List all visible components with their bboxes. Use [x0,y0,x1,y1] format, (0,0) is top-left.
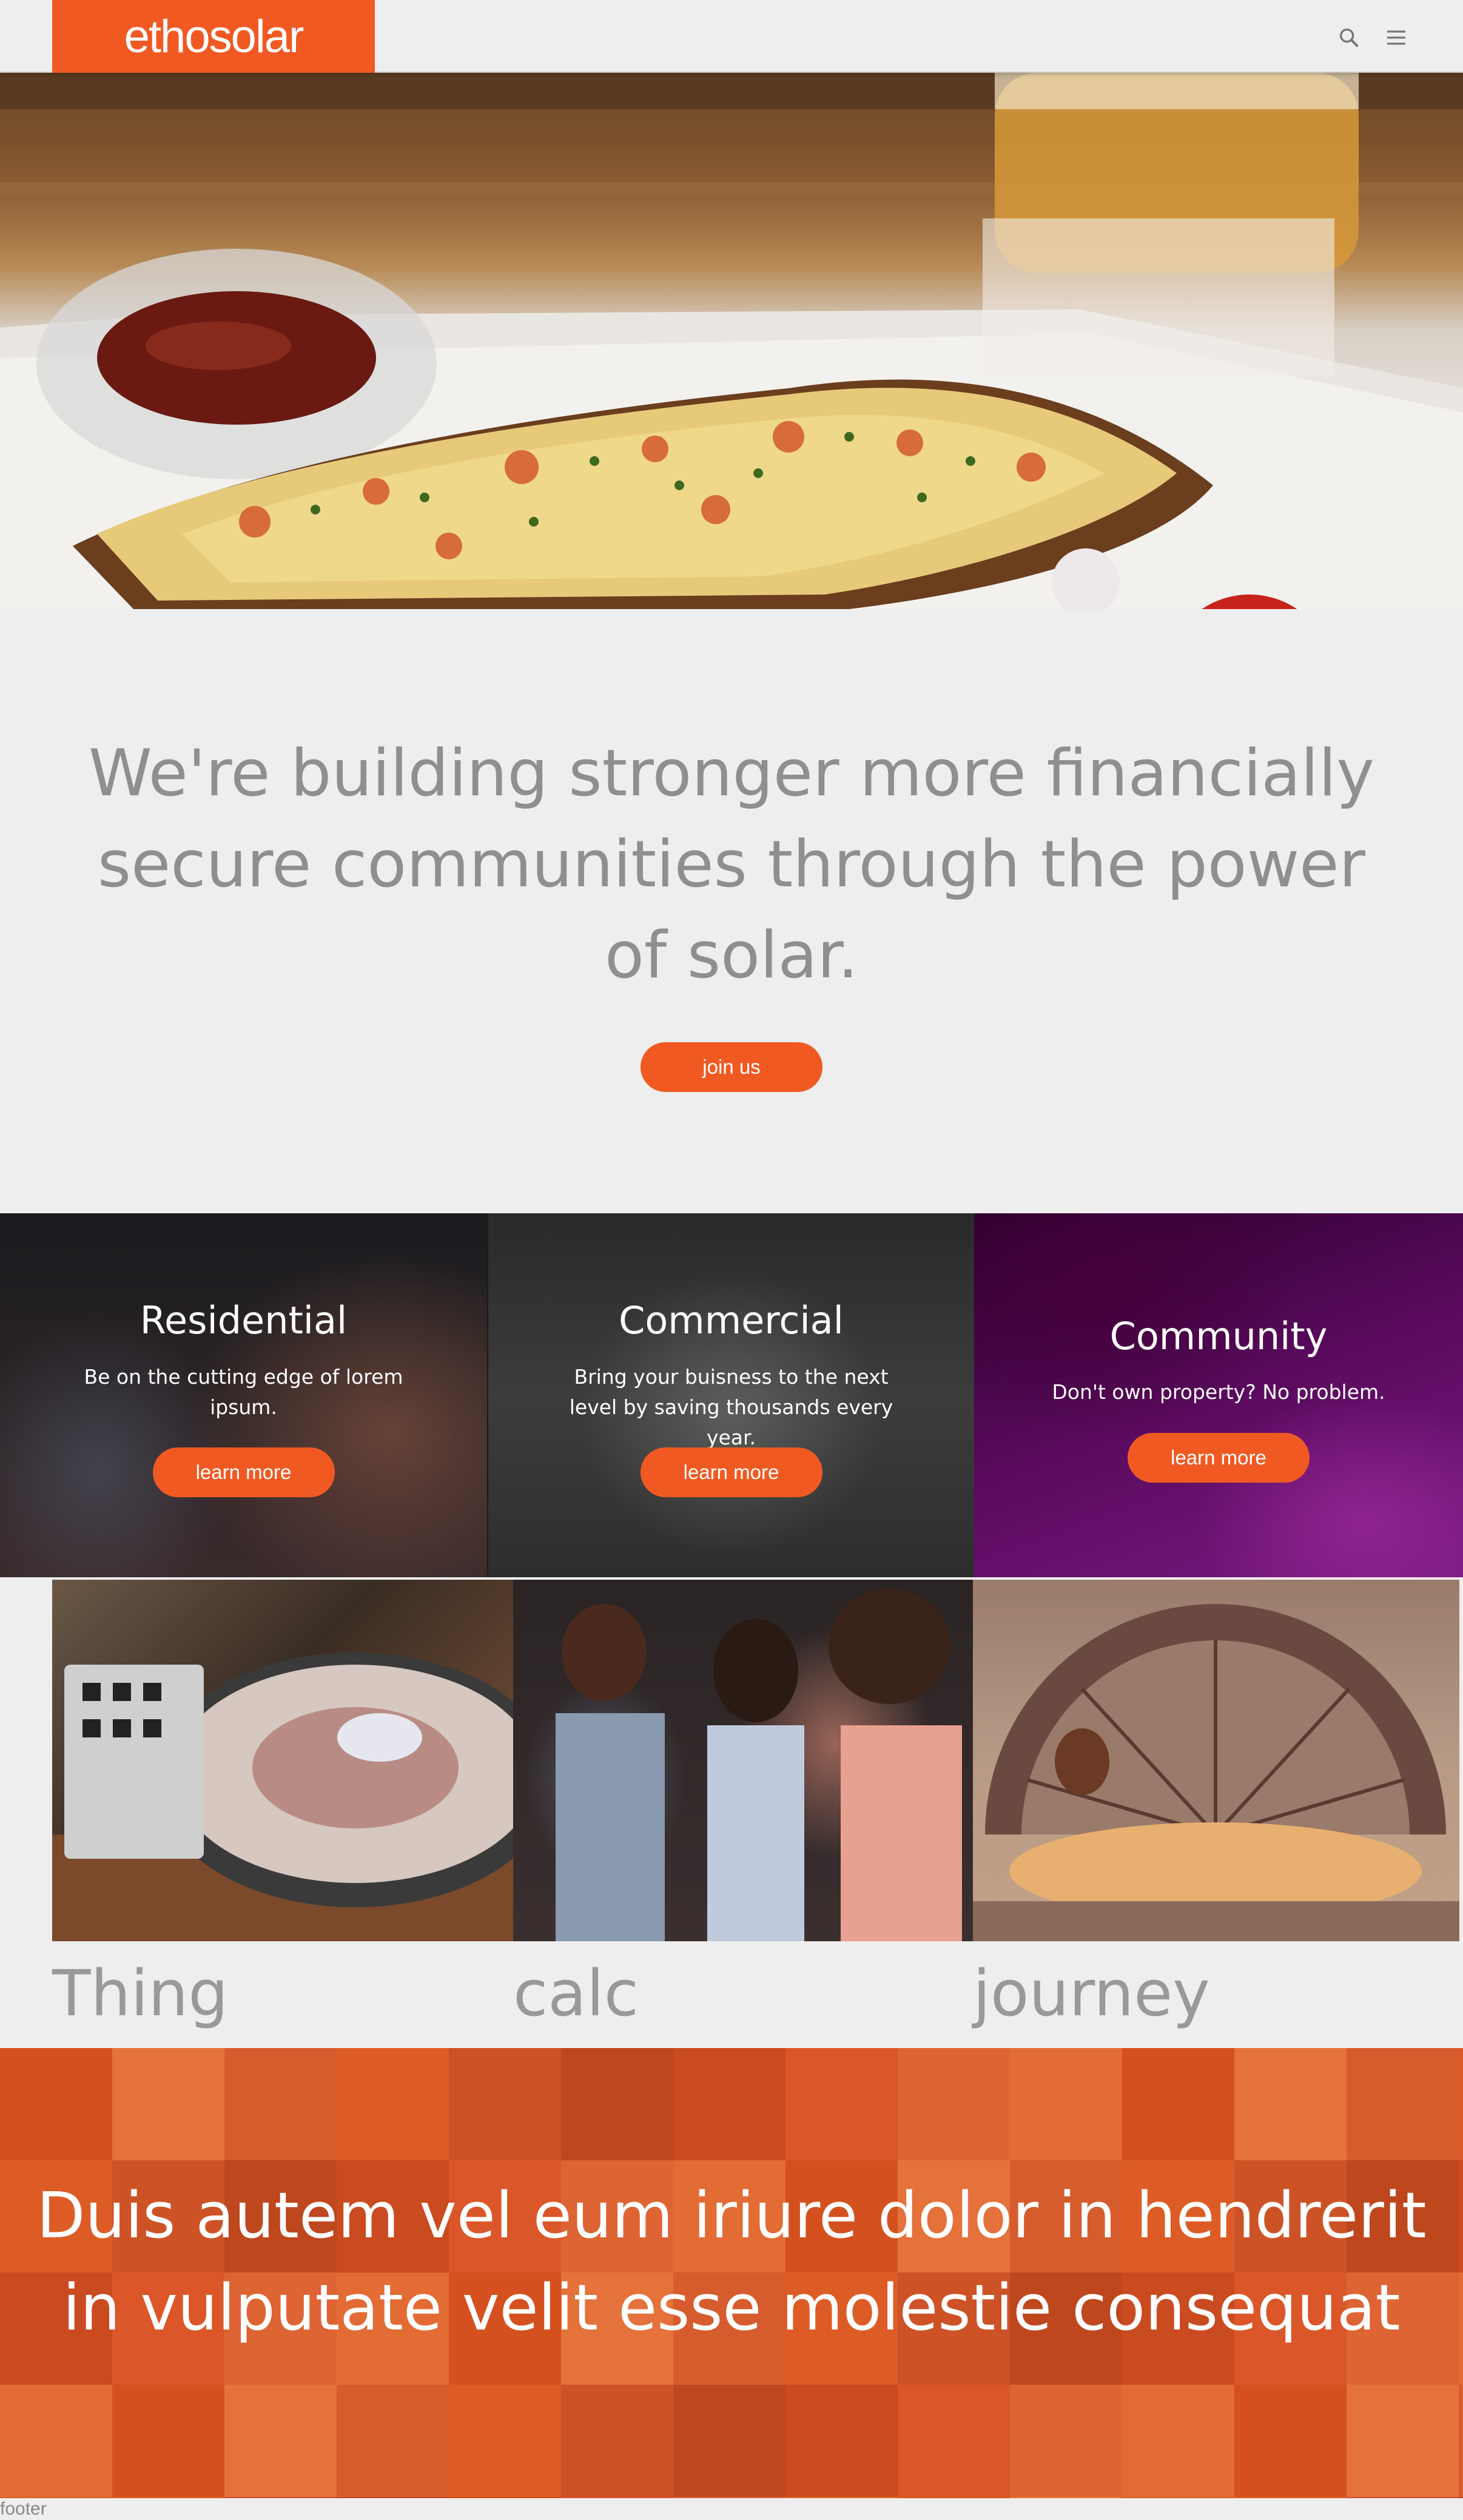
gallery [52,1580,1459,1941]
panel-community: Community Don't own property? No problem… [974,1213,1463,1577]
search-icon[interactable] [1333,22,1365,53]
gallery-image-turntable[interactable] [52,1580,513,1941]
gallery-image-window[interactable] [973,1580,1459,1941]
gallery-label[interactable]: calc [513,1957,639,2030]
panel-title: Residential [140,1298,348,1343]
gallery-label[interactable]: journey [973,1957,1210,2030]
learn-more-button[interactable]: learn more [1128,1433,1310,1483]
menu-icon[interactable] [1381,22,1412,53]
mission-section: We're building stronger more financially… [0,609,1463,1213]
panel-title: Community [1109,1314,1328,1358]
logo[interactable]: ethosolar [52,0,375,73]
banner-headline: Duis autem vel eum iriure dolor in hendr… [36,2178,1427,2345]
hero-food-photo [0,73,1463,609]
learn-more-button[interactable]: learn more [640,1447,822,1497]
panel-description: Don't own property? No problem. [1052,1380,1385,1404]
audience-panels: Residential Be on the cutting edge of lo… [0,1213,1463,1577]
panel-title: Commercial [619,1298,844,1343]
mission-statement: We're building stronger more financially… [89,736,1374,992]
mosaic-banner: Duis autem vel eum iriure dolor in hendr… [0,2048,1463,2498]
panel-residential: Residential Be on the cutting edge of lo… [0,1213,487,1577]
gallery-label[interactable]: Thing [52,1957,228,2030]
panel-commercial: Commercial Bring your buisness to the ne… [487,1213,974,1577]
join-us-button[interactable]: join us [641,1042,822,1092]
panel-description: Be on the cutting edge of lorem ipsum. [84,1365,403,1419]
panel-description: Bring your buisness to the next level by… [569,1365,893,1449]
hero-image [0,73,1463,609]
footer: footer [0,2499,47,2519]
gallery-image-friends[interactable] [513,1580,973,1941]
learn-more-button[interactable]: learn more [152,1447,335,1497]
site-header: ethosolar [0,0,1463,73]
